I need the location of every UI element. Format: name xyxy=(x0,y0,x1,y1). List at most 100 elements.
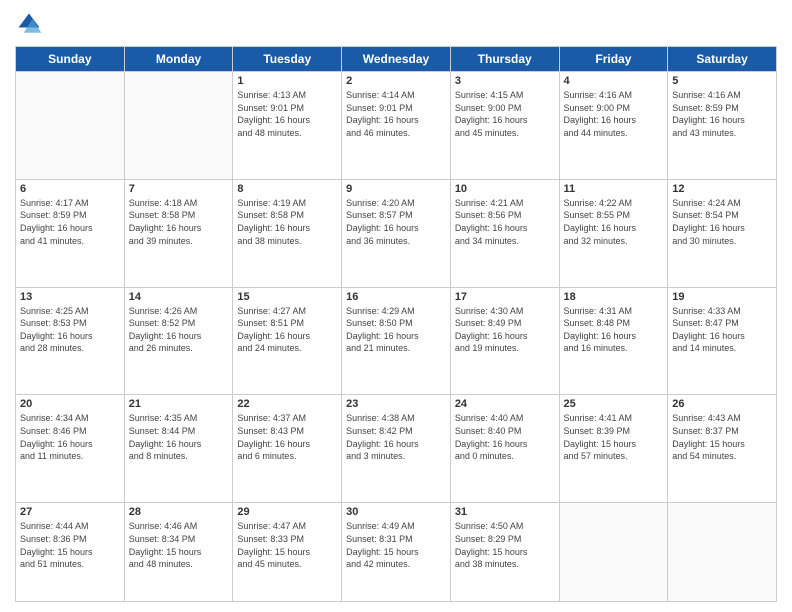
day-number: 28 xyxy=(129,506,229,518)
weekday-header: Friday xyxy=(559,47,668,72)
calendar-cell: 19 Sunrise: 4:33 AM Sunset: 8:47 PM Dayli… xyxy=(668,287,777,395)
calendar-cell: 12Sunrise: 4:24 AM Sunset: 8:54 PM Dayli… xyxy=(668,179,777,287)
day-info: Sunrise: 4:49 AM Sunset: 8:31 PM Dayligh… xyxy=(346,520,446,570)
calendar-cell: 8 Sunrise: 4:19 AM Sunset: 8:58 PM Daylig… xyxy=(233,179,342,287)
calendar-week-row: 6Sunrise: 4:17 AM Sunset: 8:59 PM Daylig… xyxy=(16,179,777,287)
day-info: Sunrise: 4:31 AM Sunset: 8:48 PM Dayligh… xyxy=(564,305,664,355)
day-number: 19 xyxy=(672,291,772,303)
calendar-cell: 24 Sunrise: 4:40 AM Sunset: 8:40 PM Dayli… xyxy=(450,395,559,503)
calendar-cell: 26 Sunrise: 4:43 AM Sunset: 8:37 PM Dayli… xyxy=(668,395,777,503)
day-info: Sunrise: 4:44 AM Sunset: 8:36 PM Dayligh… xyxy=(20,520,120,570)
day-number: 12 xyxy=(672,183,772,195)
header-row: SundayMondayTuesdayWednesdayThursdayFrid… xyxy=(16,47,777,72)
weekday-header: Sunday xyxy=(16,47,125,72)
calendar-cell: 13 Sunrise: 4:25 AM Sunset: 8:53 PM Dayli… xyxy=(16,287,125,395)
calendar-cell xyxy=(559,503,668,602)
day-number: 2 xyxy=(346,75,446,87)
day-info: Sunrise: 4:37 AM Sunset: 8:43 PM Dayligh… xyxy=(237,412,337,462)
day-number: 24 xyxy=(455,398,555,410)
day-info: Sunrise: 4:25 AM Sunset: 8:53 PM Dayligh… xyxy=(20,305,120,355)
day-number: 1 xyxy=(237,75,337,87)
calendar-cell: 25Sunrise: 4:41 AM Sunset: 8:39 PM Dayli… xyxy=(559,395,668,503)
day-number: 18 xyxy=(564,291,664,303)
day-info: Sunrise: 4:16 AM Sunset: 8:59 PM Dayligh… xyxy=(672,89,772,139)
calendar-cell: 4Sunrise: 4:16 AM Sunset: 9:00 PM Daylig… xyxy=(559,72,668,180)
day-info: Sunrise: 4:26 AM Sunset: 8:52 PM Dayligh… xyxy=(129,305,229,355)
calendar-cell: 16Sunrise: 4:29 AM Sunset: 8:50 PM Dayli… xyxy=(342,287,451,395)
calendar-week-row: 13 Sunrise: 4:25 AM Sunset: 8:53 PM Dayli… xyxy=(16,287,777,395)
day-number: 16 xyxy=(346,291,446,303)
calendar-cell: 22 Sunrise: 4:37 AM Sunset: 8:43 PM Dayli… xyxy=(233,395,342,503)
calendar-cell: 27 Sunrise: 4:44 AM Sunset: 8:36 PM Dayli… xyxy=(16,503,125,602)
day-info: Sunrise: 4:14 AM Sunset: 9:01 PM Dayligh… xyxy=(346,89,446,139)
day-number: 13 xyxy=(20,291,120,303)
page: SundayMondayTuesdayWednesdayThursdayFrid… xyxy=(0,0,792,612)
day-info: Sunrise: 4:33 AM Sunset: 8:47 PM Dayligh… xyxy=(672,305,772,355)
day-number: 27 xyxy=(20,506,120,518)
calendar-cell: 18 Sunrise: 4:31 AM Sunset: 8:48 PM Dayli… xyxy=(559,287,668,395)
calendar-cell: 7 Sunrise: 4:18 AM Sunset: 8:58 PM Daylig… xyxy=(124,179,233,287)
calendar-cell: 31 Sunrise: 4:50 AM Sunset: 8:29 PM Dayli… xyxy=(450,503,559,602)
calendar-cell: 20Sunrise: 4:34 AM Sunset: 8:46 PM Dayli… xyxy=(16,395,125,503)
day-info: Sunrise: 4:46 AM Sunset: 8:34 PM Dayligh… xyxy=(129,520,229,570)
calendar-cell: 29 Sunrise: 4:47 AM Sunset: 8:33 PM Dayli… xyxy=(233,503,342,602)
day-number: 22 xyxy=(237,398,337,410)
day-info: Sunrise: 4:43 AM Sunset: 8:37 PM Dayligh… xyxy=(672,412,772,462)
weekday-header: Wednesday xyxy=(342,47,451,72)
header xyxy=(15,10,777,38)
day-number: 31 xyxy=(455,506,555,518)
logo xyxy=(15,10,47,38)
day-info: Sunrise: 4:16 AM Sunset: 9:00 PM Dayligh… xyxy=(564,89,664,139)
day-info: Sunrise: 4:19 AM Sunset: 8:58 PM Dayligh… xyxy=(237,197,337,247)
calendar-week-row: 27 Sunrise: 4:44 AM Sunset: 8:36 PM Dayli… xyxy=(16,503,777,602)
day-info: Sunrise: 4:22 AM Sunset: 8:55 PM Dayligh… xyxy=(564,197,664,247)
day-info: Sunrise: 4:15 AM Sunset: 9:00 PM Dayligh… xyxy=(455,89,555,139)
day-number: 17 xyxy=(455,291,555,303)
day-number: 26 xyxy=(672,398,772,410)
day-number: 6 xyxy=(20,183,120,195)
day-number: 10 xyxy=(455,183,555,195)
weekday-header: Thursday xyxy=(450,47,559,72)
day-number: 7 xyxy=(129,183,229,195)
day-info: Sunrise: 4:40 AM Sunset: 8:40 PM Dayligh… xyxy=(455,412,555,462)
day-info: Sunrise: 4:20 AM Sunset: 8:57 PM Dayligh… xyxy=(346,197,446,247)
day-number: 8 xyxy=(237,183,337,195)
calendar-cell: 23 Sunrise: 4:38 AM Sunset: 8:42 PM Dayli… xyxy=(342,395,451,503)
calendar-cell xyxy=(124,72,233,180)
day-info: Sunrise: 4:13 AM Sunset: 9:01 PM Dayligh… xyxy=(237,89,337,139)
logo-icon xyxy=(15,10,43,38)
day-info: Sunrise: 4:34 AM Sunset: 8:46 PM Dayligh… xyxy=(20,412,120,462)
day-info: Sunrise: 4:27 AM Sunset: 8:51 PM Dayligh… xyxy=(237,305,337,355)
calendar-cell: 1 Sunrise: 4:13 AM Sunset: 9:01 PM Daylig… xyxy=(233,72,342,180)
day-number: 30 xyxy=(346,506,446,518)
calendar-cell: 10Sunrise: 4:21 AM Sunset: 8:56 PM Dayli… xyxy=(450,179,559,287)
weekday-header: Monday xyxy=(124,47,233,72)
calendar-cell: 11 Sunrise: 4:22 AM Sunset: 8:55 PM Dayli… xyxy=(559,179,668,287)
day-info: Sunrise: 4:41 AM Sunset: 8:39 PM Dayligh… xyxy=(564,412,664,462)
calendar-cell: 28 Sunrise: 4:46 AM Sunset: 8:34 PM Dayli… xyxy=(124,503,233,602)
calendar-week-row: 1 Sunrise: 4:13 AM Sunset: 9:01 PM Daylig… xyxy=(16,72,777,180)
day-number: 9 xyxy=(346,183,446,195)
day-number: 21 xyxy=(129,398,229,410)
calendar-cell: 3Sunrise: 4:15 AM Sunset: 9:00 PM Daylig… xyxy=(450,72,559,180)
calendar-cell: 17Sunrise: 4:30 AM Sunset: 8:49 PM Dayli… xyxy=(450,287,559,395)
day-info: Sunrise: 4:47 AM Sunset: 8:33 PM Dayligh… xyxy=(237,520,337,570)
calendar-cell: 21 Sunrise: 4:35 AM Sunset: 8:44 PM Dayli… xyxy=(124,395,233,503)
day-info: Sunrise: 4:38 AM Sunset: 8:42 PM Dayligh… xyxy=(346,412,446,462)
day-info: Sunrise: 4:18 AM Sunset: 8:58 PM Dayligh… xyxy=(129,197,229,247)
day-info: Sunrise: 4:50 AM Sunset: 8:29 PM Dayligh… xyxy=(455,520,555,570)
calendar-cell: 5 Sunrise: 4:16 AM Sunset: 8:59 PM Daylig… xyxy=(668,72,777,180)
day-number: 11 xyxy=(564,183,664,195)
day-number: 15 xyxy=(237,291,337,303)
day-number: 5 xyxy=(672,75,772,87)
weekday-header: Tuesday xyxy=(233,47,342,72)
calendar-cell: 30 Sunrise: 4:49 AM Sunset: 8:31 PM Dayli… xyxy=(342,503,451,602)
calendar-week-row: 20Sunrise: 4:34 AM Sunset: 8:46 PM Dayli… xyxy=(16,395,777,503)
calendar-cell: 15 Sunrise: 4:27 AM Sunset: 8:51 PM Dayli… xyxy=(233,287,342,395)
day-info: Sunrise: 4:35 AM Sunset: 8:44 PM Dayligh… xyxy=(129,412,229,462)
day-number: 14 xyxy=(129,291,229,303)
calendar-cell: 14 Sunrise: 4:26 AM Sunset: 8:52 PM Dayli… xyxy=(124,287,233,395)
calendar-cell: 6Sunrise: 4:17 AM Sunset: 8:59 PM Daylig… xyxy=(16,179,125,287)
day-number: 29 xyxy=(237,506,337,518)
day-number: 23 xyxy=(346,398,446,410)
